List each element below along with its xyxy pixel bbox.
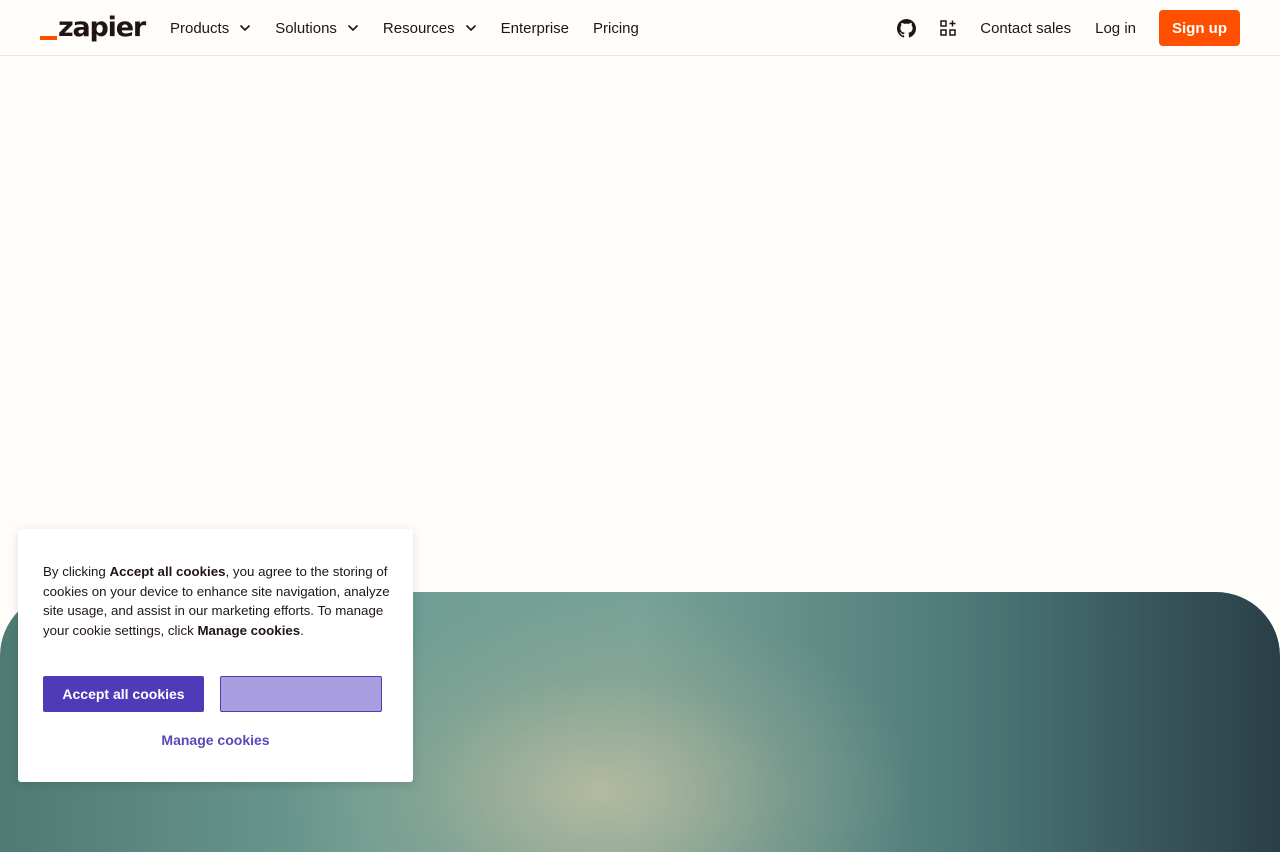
accept-all-cookies-button[interactable]: Accept all cookies xyxy=(43,676,204,712)
secondary-cookie-button[interactable] xyxy=(220,676,382,712)
github-icon[interactable] xyxy=(896,18,916,38)
nav-resources-label: Resources xyxy=(382,19,455,37)
logo-underscore xyxy=(40,36,57,40)
cookie-consent-text: By clicking Accept all cookies, you agre… xyxy=(43,562,393,640)
nav-enterprise-label: Enterprise xyxy=(500,19,569,37)
site-header: zapier Products Solutions Resources Ente… xyxy=(0,0,1280,56)
cookie-text-part: . xyxy=(300,622,304,638)
zapier-logo[interactable]: zapier xyxy=(40,12,146,44)
header-actions: Contact sales Log in Sign up xyxy=(896,0,1240,56)
log-in-link[interactable]: Log in xyxy=(1095,20,1136,37)
cookie-consent-banner: By clicking Accept all cookies, you agre… xyxy=(18,529,413,782)
nav-pricing[interactable]: Pricing xyxy=(593,20,639,37)
nav-solutions[interactable]: Solutions xyxy=(275,20,359,37)
cookie-text-part: By clicking xyxy=(43,564,110,579)
cookie-text-bold: Manage cookies xyxy=(197,622,301,638)
sign-up-button[interactable]: Sign up xyxy=(1159,10,1240,46)
app-grid-plus-icon[interactable] xyxy=(938,18,958,38)
nav-solutions-label: Solutions xyxy=(275,19,337,37)
manage-cookies-link[interactable]: Manage cookies xyxy=(18,732,413,748)
main-nav: Products Solutions Resources Enterprise … xyxy=(170,0,663,56)
logo-text: zapier xyxy=(58,12,146,43)
nav-products[interactable]: Products xyxy=(170,20,251,37)
nav-enterprise[interactable]: Enterprise xyxy=(501,20,569,37)
chevron-down-icon xyxy=(240,24,251,32)
contact-sales-link[interactable]: Contact sales xyxy=(980,20,1071,37)
nav-resources[interactable]: Resources xyxy=(383,20,477,37)
cookie-text-bold: Accept all cookies xyxy=(109,564,226,579)
nav-products-label: Products xyxy=(170,19,230,37)
nav-pricing-label: Pricing xyxy=(593,19,639,37)
chevron-down-icon xyxy=(465,24,476,32)
chevron-down-icon xyxy=(347,24,358,32)
